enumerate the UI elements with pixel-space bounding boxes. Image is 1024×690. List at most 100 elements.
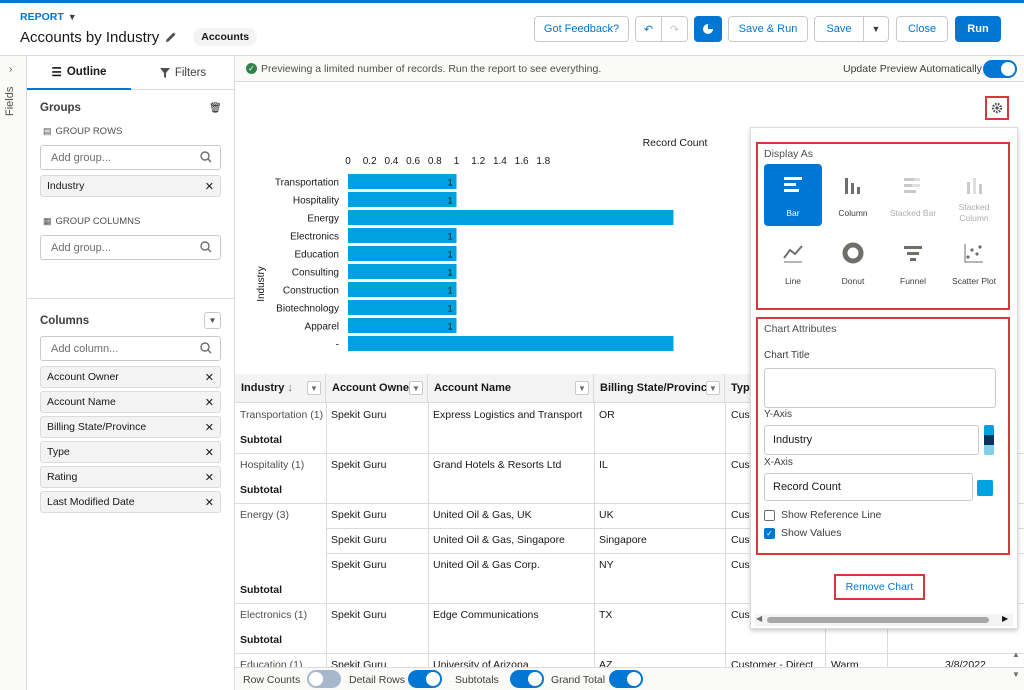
fields-rail[interactable]: › Fields: [0, 56, 27, 690]
table-cell-name: United Oil & Gas Corp.: [433, 559, 540, 571]
chart-title-input[interactable]: [764, 368, 996, 408]
column-pill[interactable]: Account Owner ✕: [40, 366, 221, 388]
chart-type-funnel[interactable]: Funnel: [884, 232, 942, 294]
y-tick-label: Electronics: [290, 232, 339, 243]
table-cell-state: TX: [599, 609, 613, 621]
y-axis-select[interactable]: Industry: [764, 425, 979, 455]
scroll-down-icon[interactable]: ▼: [1012, 670, 1020, 679]
footer-toggle[interactable]: [609, 670, 643, 688]
save-and-run-button[interactable]: Save & Run: [728, 16, 808, 42]
scroll-left-icon[interactable]: ◀: [756, 614, 762, 623]
chart-toggle-button[interactable]: [694, 16, 722, 42]
scroll-up-icon[interactable]: ▲: [1012, 650, 1020, 659]
show-reference-line-checkbox[interactable]: [764, 509, 775, 521]
table-cell-industry: Transportation (1): [240, 409, 324, 421]
table-cell-industry: Electronics (1): [240, 609, 308, 621]
group-rows-input[interactable]: Add group...: [40, 145, 221, 170]
show-reference-line-option[interactable]: Show Reference Line: [764, 509, 881, 521]
column-pill[interactable]: Type ✕: [40, 441, 221, 463]
group-columns-label-text: GROUP COLUMNS: [55, 216, 141, 227]
show-values-checkbox[interactable]: ✓: [764, 527, 775, 539]
footer-toggle[interactable]: [307, 670, 341, 688]
chevron-down-icon[interactable]: ▼: [307, 381, 321, 395]
x-axis-color-swatch[interactable]: [977, 480, 993, 496]
bar-value-label: 1: [447, 304, 452, 314]
bar: [348, 282, 457, 297]
col-header-industry[interactable]: Industry ↓ ▼: [235, 374, 326, 403]
redo-button[interactable]: ↷: [661, 16, 688, 42]
bar: [348, 210, 674, 225]
donut-chart-icon: [842, 242, 864, 264]
main-scrollbar[interactable]: ▲ ▼: [1010, 640, 1022, 688]
column-pill[interactable]: Account Name ✕: [40, 391, 221, 413]
column-pill[interactable]: Last Modified Date ✕: [40, 491, 221, 513]
bar: [348, 192, 457, 207]
x-axis-select[interactable]: Record Count: [764, 473, 973, 501]
remove-icon[interactable]: ✕: [205, 396, 214, 409]
chart-type-scatter-plot[interactable]: Scatter Plot: [945, 232, 1003, 294]
chevron-right-icon: ›: [9, 64, 13, 75]
panel-scrollbar[interactable]: ◀ ▶: [755, 614, 1013, 626]
report-label-text: REPORT: [20, 11, 64, 23]
column-pill-label: Last Modified Date: [47, 496, 135, 508]
remove-icon[interactable]: ✕: [205, 496, 214, 509]
columns-menu-button[interactable]: ▼: [204, 312, 221, 329]
bar: [348, 300, 457, 315]
column-pill[interactable]: Rating ✕: [40, 466, 221, 488]
chart-type-line[interactable]: Line: [764, 232, 822, 294]
close-button[interactable]: Close: [896, 16, 948, 42]
save-menu-button[interactable]: ▼: [863, 16, 889, 42]
bar: [348, 264, 457, 279]
columns-icon: ▦: [43, 216, 52, 226]
gear-icon: [991, 102, 1003, 114]
chart-type-donut[interactable]: Donut: [824, 232, 882, 294]
table-cell-industry: Subtotal: [240, 434, 282, 446]
scrollbar-thumb[interactable]: [767, 617, 989, 623]
group-columns-input[interactable]: Add group...: [40, 235, 221, 260]
column-pill[interactable]: Billing State/Province ✕: [40, 416, 221, 438]
x-axis-value: Record Count: [773, 481, 841, 493]
footer-toggle[interactable]: [510, 670, 544, 688]
show-values-option[interactable]: ✓ Show Values: [764, 527, 842, 539]
remove-icon[interactable]: ✕: [205, 371, 214, 384]
y-tick-label: Construction: [283, 286, 339, 297]
x-tick-label: 0.4: [384, 156, 398, 167]
report-type-label[interactable]: REPORT ▼: [20, 11, 77, 23]
chevron-down-icon[interactable]: ▼: [706, 381, 720, 395]
run-button[interactable]: Run: [955, 16, 1001, 42]
y-tick-label: Transportation: [275, 178, 339, 189]
chart-type-bar[interactable]: Bar: [764, 164, 822, 226]
col-header-account-name[interactable]: Account Name ▼: [428, 374, 594, 403]
bar-chart: Record Count 0 0.2 0.4 0.6 0.8 1 1.2 1.4 1.6 1.8 In…: [256, 137, 707, 351]
col-header-label: Typ: [731, 382, 750, 394]
group-row-pill[interactable]: Industry ✕: [40, 175, 221, 197]
group-columns-placeholder: Add group...: [51, 241, 111, 254]
pencil-icon[interactable]: [165, 31, 177, 43]
auto-update-toggle[interactable]: [983, 60, 1017, 78]
remove-icon[interactable]: ✕: [205, 180, 214, 193]
undo-button[interactable]: ↶: [635, 16, 662, 42]
remove-chart-button[interactable]: Remove Chart: [834, 574, 925, 600]
chevron-down-icon[interactable]: ▼: [409, 381, 423, 395]
add-column-input[interactable]: Add column...: [40, 336, 221, 361]
tab-outline[interactable]: ☰ Outline: [27, 56, 131, 90]
save-button[interactable]: Save: [814, 16, 864, 42]
table-cell-name: Express Logistics and Transport: [433, 409, 583, 421]
chart-type-column[interactable]: Column: [824, 164, 882, 226]
chart-settings-button[interactable]: [985, 96, 1009, 120]
footer-toggle[interactable]: [408, 670, 442, 688]
chevron-down-icon[interactable]: ▼: [575, 381, 589, 395]
remove-icon[interactable]: ✕: [205, 421, 214, 434]
got-feedback-button[interactable]: Got Feedback?: [534, 16, 629, 42]
remove-icon[interactable]: ✕: [205, 471, 214, 484]
scroll-right-icon[interactable]: ▶: [1002, 614, 1008, 623]
bar: [348, 246, 457, 261]
x-axis-label: X-Axis: [764, 457, 793, 468]
y-axis-color-swatch[interactable]: [984, 425, 994, 455]
col-header-account-owner[interactable]: Account Owner ▼: [326, 374, 428, 403]
tab-filters[interactable]: Filters: [131, 56, 235, 90]
trash-icon[interactable]: 🗑: [209, 103, 222, 114]
table-cell-industry: Subtotal: [240, 484, 282, 496]
remove-icon[interactable]: ✕: [205, 446, 214, 459]
col-header-billing-state[interactable]: Billing State/Province ▼: [594, 374, 725, 403]
